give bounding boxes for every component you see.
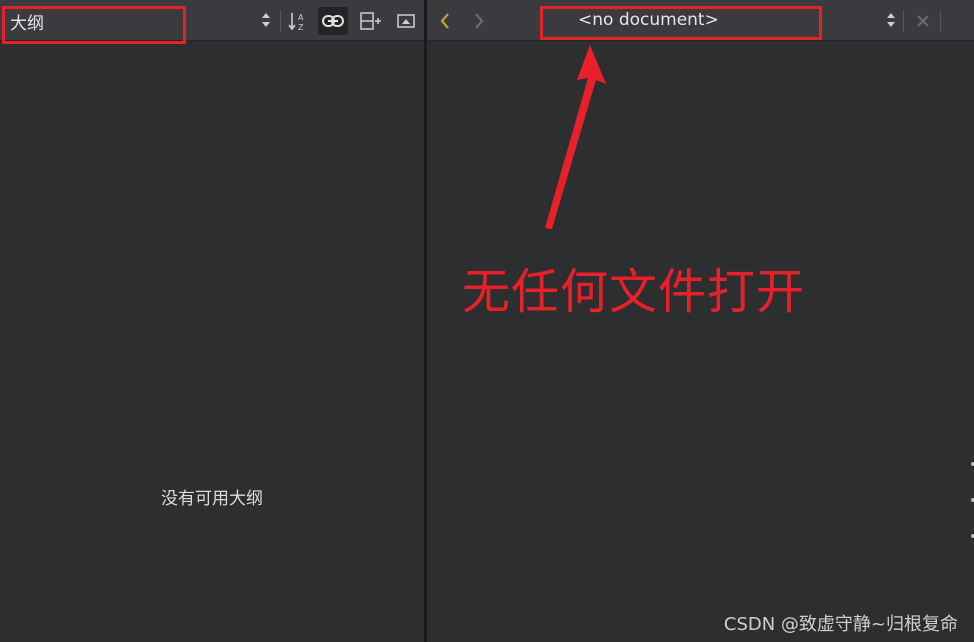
watermark: CSDN @致虚守静~归根复命 (723, 614, 958, 635)
annotation-text: 无任何文件打开 (462, 264, 806, 320)
